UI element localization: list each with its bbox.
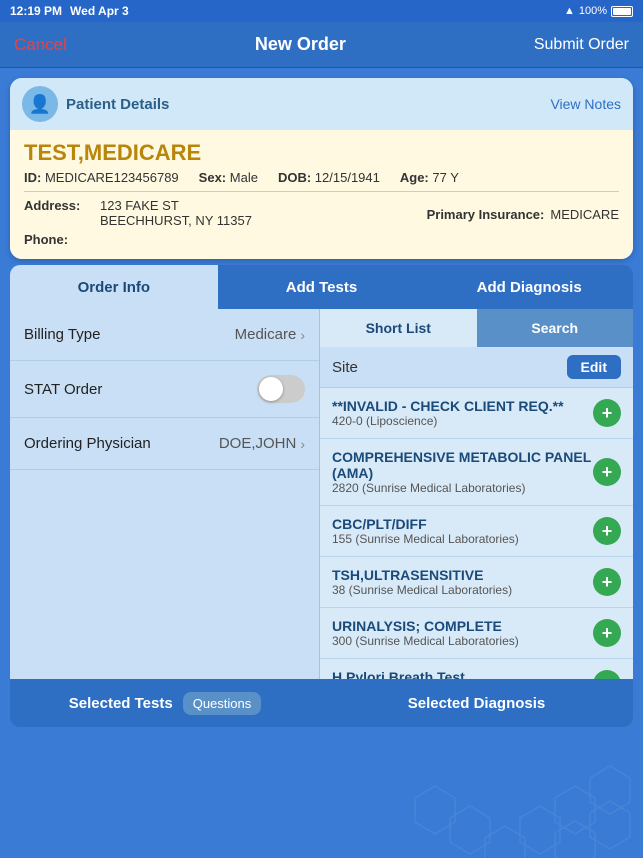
selected-tests-label: Selected Tests <box>69 695 173 712</box>
ordering-physician-row[interactable]: Ordering Physician DOE,JOHN › <box>10 418 319 470</box>
status-time: 12:19 PM <box>10 4 62 18</box>
stat-order-label: STAT Order <box>24 381 102 398</box>
right-panel: Short List Search Site Edit **INVALID - … <box>320 309 633 679</box>
nav-bar: Cancel New Order Submit Order <box>0 22 643 68</box>
site-row: Site Edit <box>320 347 633 388</box>
sub-tab-search[interactable]: Search <box>477 309 634 347</box>
test-name: URINALYSIS; COMPLETE <box>332 618 519 634</box>
id-label: ID: <box>24 170 41 185</box>
patient-details-title: Patient Details <box>66 96 169 113</box>
sub-tabs: Short List Search <box>320 309 633 347</box>
status-date: Wed Apr 3 <box>70 4 129 18</box>
selected-diagnosis-label: Selected Diagnosis <box>408 695 546 712</box>
add-test-button[interactable]: + <box>593 517 621 545</box>
add-test-button[interactable]: + <box>593 619 621 647</box>
test-name: **INVALID - CHECK CLIENT REQ.** <box>332 398 564 414</box>
ordering-physician-value: DOE,JOHN <box>219 435 297 452</box>
patient-body: TEST,MEDICARE ID: MEDICARE123456789 Sex:… <box>10 130 633 259</box>
test-name: CBC/PLT/DIFF <box>332 516 519 532</box>
cancel-button[interactable]: Cancel <box>14 35 67 55</box>
panels: Billing Type Medicare › STAT Order Order… <box>10 309 633 679</box>
address-line2: BEECHHURST, NY 11357 <box>100 213 252 228</box>
status-icons: ▲ 100% <box>564 5 633 17</box>
stat-order-toggle[interactable] <box>257 375 305 403</box>
add-test-button[interactable]: + <box>593 458 621 486</box>
insurance-label: Primary Insurance: <box>427 207 545 222</box>
bottom-right: Selected Diagnosis <box>320 679 633 727</box>
test-code: 38 (Sunrise Medical Laboratories) <box>332 583 512 597</box>
add-test-button[interactable]: + <box>593 670 621 679</box>
dob-label: DOB: <box>278 170 311 185</box>
sex-label: Sex: <box>199 170 226 185</box>
insurance-value: MEDICARE <box>550 207 619 222</box>
test-name: TSH,ULTRASENSITIVE <box>332 567 512 583</box>
address-line1: 123 FAKE ST <box>100 198 252 213</box>
billing-type-row[interactable]: Billing Type Medicare › <box>10 309 319 361</box>
edit-site-button[interactable]: Edit <box>567 355 621 379</box>
site-label: Site <box>332 359 358 376</box>
patient-card-header: 👤 Patient Details View Notes <box>10 78 633 130</box>
stat-order-row: STAT Order <box>10 361 319 418</box>
bottom-bar: Selected Tests Questions Selected Diagno… <box>10 679 633 727</box>
battery-bar <box>611 6 633 17</box>
test-code: 155 (Sunrise Medical Laboratories) <box>332 532 519 546</box>
tab-add-tests[interactable]: Add Tests <box>218 265 426 309</box>
sub-tab-short-list[interactable]: Short List <box>320 309 477 347</box>
page-title: New Order <box>255 34 346 55</box>
phone-label: Phone: <box>24 232 68 247</box>
avatar: 👤 <box>22 86 58 122</box>
add-test-button[interactable]: + <box>593 399 621 427</box>
tabs-row: Order Info Add Tests Add Diagnosis <box>10 265 633 309</box>
test-name: H.Pylori Breath Test <box>332 669 532 679</box>
left-panel: Billing Type Medicare › STAT Order Order… <box>10 309 320 679</box>
patient-id: MEDICARE123456789 <box>45 170 179 185</box>
age-label: Age: <box>400 170 429 185</box>
status-bar: 12:19 PM Wed Apr 3 ▲ 100% <box>0 0 643 22</box>
address-label: Address: <box>24 198 94 213</box>
patient-dob: 12/15/1941 <box>315 170 380 185</box>
test-list-item[interactable]: CBC/PLT/DIFF 155 (Sunrise Medical Labora… <box>320 506 633 557</box>
view-notes-button[interactable]: View Notes <box>550 96 621 112</box>
billing-type-label: Billing Type <box>24 326 100 343</box>
patient-card: 👤 Patient Details View Notes TEST,MEDICA… <box>10 78 633 259</box>
bottom-left: Selected Tests Questions <box>10 679 320 727</box>
ordering-physician-label: Ordering Physician <box>24 435 151 452</box>
questions-button[interactable]: Questions <box>183 692 262 715</box>
patient-name: TEST,MEDICARE <box>24 140 619 166</box>
test-code: 2820 (Sunrise Medical Laboratories) <box>332 481 593 495</box>
wifi-icon: ▲ <box>564 5 575 17</box>
test-list-item[interactable]: COMPREHENSIVE METABOLIC PANEL (AMA) 2820… <box>320 439 633 506</box>
test-list-item[interactable]: H.Pylori Breath Test 81590 (Sunrise Medi… <box>320 659 633 679</box>
billing-type-chevron: › <box>300 327 305 343</box>
test-code: 300 (Sunrise Medical Laboratories) <box>332 634 519 648</box>
billing-type-value: Medicare <box>235 326 297 343</box>
tab-add-diagnosis[interactable]: Add Diagnosis <box>425 265 633 309</box>
test-list-item[interactable]: **INVALID - CHECK CLIENT REQ.** 420-0 (L… <box>320 388 633 439</box>
tab-order-info[interactable]: Order Info <box>10 265 218 309</box>
physician-chevron: › <box>300 436 305 452</box>
submit-order-button[interactable]: Submit Order <box>534 36 629 54</box>
test-list: **INVALID - CHECK CLIENT REQ.** 420-0 (L… <box>320 388 633 679</box>
test-code: 420-0 (Liposcience) <box>332 414 564 428</box>
test-name: COMPREHENSIVE METABOLIC PANEL (AMA) <box>332 449 593 481</box>
battery-icon: 100% <box>579 5 607 17</box>
patient-age: 77 Y <box>432 170 459 185</box>
test-list-item[interactable]: TSH,ULTRASENSITIVE 38 (Sunrise Medical L… <box>320 557 633 608</box>
patient-sex: Male <box>230 170 258 185</box>
test-list-item[interactable]: URINALYSIS; COMPLETE 300 (Sunrise Medica… <box>320 608 633 659</box>
add-test-button[interactable]: + <box>593 568 621 596</box>
